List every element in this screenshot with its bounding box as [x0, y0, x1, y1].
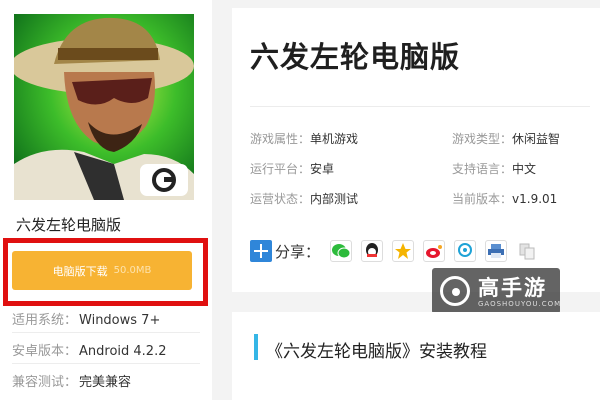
attr-label: 支持语言：: [452, 162, 513, 176]
divider: [12, 363, 200, 364]
wechat-icon[interactable]: [330, 240, 353, 262]
spec-label: 兼容测试：: [12, 375, 78, 390]
pc-download-button[interactable]: 电脑版下载 50.0MB: [12, 251, 192, 290]
attr-platform: 运行平台：安卓: [250, 160, 334, 177]
copy-icon[interactable]: [516, 240, 539, 262]
share-label: 分享：: [275, 242, 321, 261]
attr-status: 运营状态：内部测试: [250, 190, 358, 207]
install-guide-card: 《六发左轮电脑版》安装教程: [232, 312, 600, 400]
attr-value: 单机游戏: [310, 132, 359, 146]
attr-label: 当前版本：: [452, 192, 513, 206]
spec-label: 安卓版本：: [12, 344, 78, 359]
weibo-icon[interactable]: [423, 240, 446, 262]
spec-android: 安卓版本： Android 4.2.2: [12, 340, 167, 359]
spec-value: Windows 7+: [79, 313, 161, 328]
game-name: 六发左轮电脑版: [16, 216, 122, 234]
spec-compat: 兼容测试： 完美兼容: [12, 371, 131, 390]
attr-value: 安卓: [310, 162, 335, 176]
game-info-card: 六发左轮电脑版 游戏属性：单机游戏 运行平台：安卓 运营状态：内部测试 游戏类型…: [232, 8, 600, 292]
watermark-text: 高手游: [478, 276, 547, 300]
site-watermark: 高手游 GAOSHOUYOU.COM: [432, 268, 560, 314]
attr-label: 运行平台：: [250, 162, 311, 176]
attr-label: 运营状态：: [250, 192, 311, 206]
attr-game-type: 游戏类型：休闲益智: [452, 130, 560, 147]
gaoshouyou-logo-icon: [440, 276, 470, 306]
download-size: 50.0MB: [113, 265, 152, 276]
divider: [12, 332, 200, 333]
spec-value: Android 4.2.2: [79, 344, 167, 359]
watermark-subtext: GAOSHOUYOU.COM: [478, 300, 562, 308]
attr-label: 游戏类型：: [452, 132, 513, 146]
attr-value: 中文: [512, 162, 537, 176]
download-label: 电脑版下载: [52, 264, 108, 278]
attr-version: 当前版本：v1.9.01: [452, 190, 557, 207]
divider: [250, 106, 590, 107]
game-cover-image[interactable]: [14, 14, 194, 200]
qq-icon[interactable]: [361, 240, 384, 262]
page-title: 六发左轮电脑版: [250, 40, 461, 74]
attr-value: v1.9.01: [512, 192, 558, 206]
share-plus-icon[interactable]: [250, 240, 272, 262]
qzone-icon[interactable]: [392, 240, 415, 262]
spec-label: 适用系统：: [12, 313, 78, 328]
game-card: 六发左轮电脑版 电脑版下载 50.0MB 适用系统： Windows 7+ 安卓版…: [0, 0, 212, 400]
install-guide-title[interactable]: 《六发左轮电脑版》安装教程: [266, 337, 487, 362]
print-icon[interactable]: [485, 240, 508, 262]
attr-language: 支持语言：中文: [452, 160, 536, 177]
attr-value: 休闲益智: [512, 132, 561, 146]
attr-label: 游戏属性：: [250, 132, 311, 146]
attr-value: 内部测试: [310, 192, 359, 206]
share-bar: 分享：: [250, 240, 547, 262]
spec-os: 适用系统： Windows 7+: [12, 309, 160, 328]
section-accent-bar: [254, 334, 258, 360]
tencent-weibo-icon[interactable]: [454, 240, 477, 262]
attr-game-property: 游戏属性：单机游戏: [250, 130, 358, 147]
spec-value: 完美兼容: [79, 375, 132, 390]
